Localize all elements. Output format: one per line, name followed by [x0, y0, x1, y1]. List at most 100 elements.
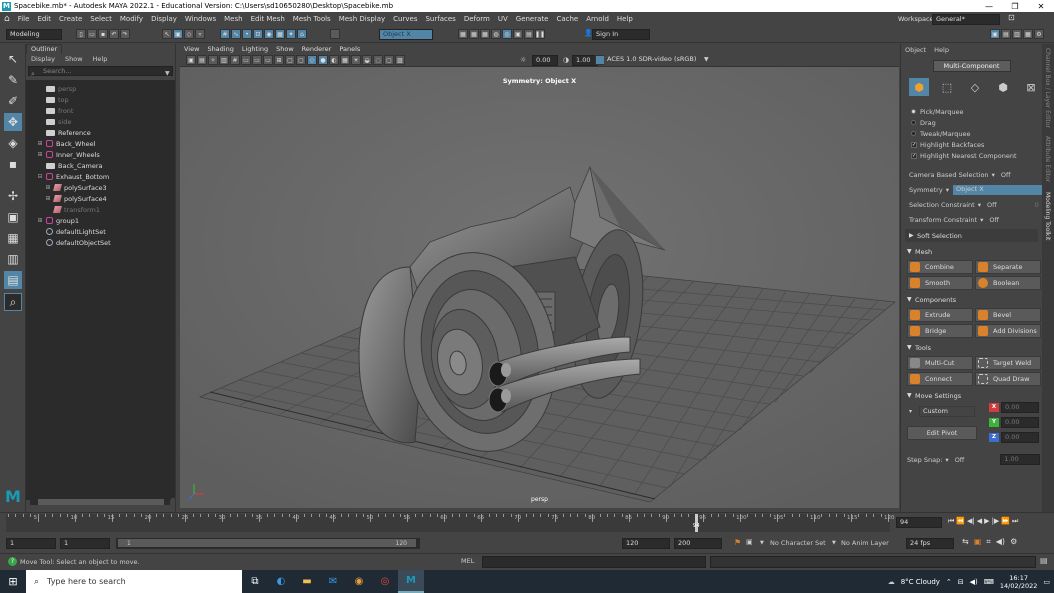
shadows-icon[interactable]: ◒ — [362, 55, 372, 65]
anim-layer-select[interactable]: No Anim Layer — [841, 539, 889, 547]
snap-curve-icon[interactable]: ∿ — [231, 29, 241, 39]
script-language-label[interactable]: MEL — [461, 557, 474, 565]
menu-edit[interactable]: Edit — [33, 15, 55, 23]
file-explorer-icon[interactable]: ▬ — [294, 570, 320, 593]
character-set-select[interactable]: No Character Set — [770, 539, 826, 547]
outliner-menu-display[interactable]: Display — [26, 55, 60, 63]
go-to-end-icon[interactable]: ⏭ — [1012, 517, 1018, 526]
outliner-item[interactable]: side — [26, 116, 171, 127]
scale-tool-icon[interactable]: ▪ — [4, 155, 22, 173]
animation-end-field[interactable]: 200 — [674, 538, 722, 549]
notifications-icon[interactable]: ▭ — [1043, 578, 1050, 586]
isolate-select-icon[interactable]: ▢ — [384, 55, 394, 65]
wireframe-on-shaded-icon[interactable]: ◐ — [329, 55, 339, 65]
modeling-toolkit-tab[interactable]: Modeling Toolkit — [1044, 192, 1051, 240]
task-view-icon[interactable]: ⧉ — [242, 570, 268, 593]
hypershade-icon[interactable]: ◍ — [491, 29, 501, 39]
exposure-field[interactable]: 0.00 — [532, 55, 558, 66]
current-frame-field[interactable]: 94 — [896, 517, 942, 528]
redo-icon[interactable]: ↷ — [120, 29, 130, 39]
expand-toggle-icon[interactable]: ⊞ — [36, 151, 44, 158]
clock[interactable]: 16:17 14/02/2022 — [1000, 574, 1037, 590]
safe-action-icon[interactable]: ▢ — [285, 55, 295, 65]
render-frame-icon[interactable]: ▦ — [458, 29, 468, 39]
combine-button[interactable]: Combine — [907, 260, 973, 274]
face-mode-icon[interactable]: ⬢ — [993, 78, 1013, 96]
sound-icon[interactable]: ◀) — [996, 537, 1005, 547]
outliner-item[interactable]: ⊞ polySurface4 — [26, 193, 171, 204]
menu-display[interactable]: Display — [147, 15, 181, 23]
mask-icon[interactable]: ▿ — [195, 29, 205, 39]
edit-pivot-button[interactable]: Edit Pivot — [907, 426, 977, 440]
step-snap-field[interactable]: 1.00 — [1000, 454, 1041, 465]
step-forward-frame-icon[interactable]: |▶ — [992, 517, 1000, 526]
smooth-button[interactable]: Smooth — [907, 276, 973, 290]
bevel-button[interactable]: Bevel — [975, 308, 1041, 322]
network-icon[interactable]: ⊟ — [958, 578, 964, 586]
open-scene-icon[interactable]: ▭ — [87, 29, 97, 39]
volume-icon[interactable]: ◀) — [970, 578, 978, 586]
target-weld-button[interactable]: Target Weld — [975, 356, 1041, 370]
extrude-button[interactable]: Extrude — [907, 308, 973, 322]
settings-gear-icon[interactable]: ⚙ — [1034, 29, 1044, 39]
menu-uv[interactable]: UV — [494, 15, 512, 23]
select-hierarchy-icon[interactable]: ↖ — [162, 29, 172, 39]
modeling-toolkit-toggle-icon[interactable]: ▣ — [990, 29, 1000, 39]
pause-render-icon[interactable]: ❚❚ — [535, 29, 545, 39]
xray-icon[interactable]: ▨ — [395, 55, 405, 65]
auto-key-icon[interactable]: ⚑ — [734, 538, 741, 547]
snap-surface-icon[interactable]: ◉ — [264, 29, 274, 39]
step-snap-value[interactable]: Off — [955, 456, 965, 464]
step-forward-key-icon[interactable]: ⏩ — [1001, 517, 1010, 526]
menu-mesh[interactable]: Mesh — [220, 15, 246, 23]
close-button[interactable]: ✕ — [1028, 0, 1054, 12]
outliner-layout-icon[interactable]: ▤ — [4, 271, 22, 289]
cache-icon[interactable]: ▣ — [974, 537, 982, 547]
multi-component-button[interactable]: Multi-Component — [932, 60, 1011, 72]
time-slider[interactable]: 5 10 15 20 25 30 35 40 45 50 55 60 65 70 75 80 85 90 95 100… — [0, 512, 1054, 535]
expand-toggle-icon[interactable]: ⊞ — [44, 195, 52, 202]
symmetry-object-field[interactable]: Object X — [379, 29, 433, 40]
snap-vertex-icon[interactable]: ✦ — [286, 29, 296, 39]
viewport-menu-shading[interactable]: Shading — [203, 45, 237, 53]
selection-constraint-row[interactable]: Selection Constraint ▾ Off 0 — [909, 197, 1042, 212]
taskbar-search-box[interactable]: ⌕ Type here to search — [26, 570, 242, 593]
viewport-menu-show[interactable]: Show — [272, 45, 298, 53]
expand-toggle-icon[interactable]: ⊞ — [36, 217, 44, 224]
camera-based-selection-row[interactable]: Camera Based Selection ▾ Off — [909, 167, 1042, 182]
separate-button[interactable]: Separate — [975, 260, 1041, 274]
select-object-icon[interactable]: ▣ — [173, 29, 183, 39]
image-plane-icon[interactable]: ▥ — [219, 55, 229, 65]
snap-view-icon[interactable]: ⊡ — [253, 29, 263, 39]
home-icon[interactable]: ⌂ — [0, 14, 14, 24]
keyboard-icon[interactable]: ⌨ — [984, 578, 994, 586]
attribute-editor-tab[interactable]: Attribute Editor — [1044, 136, 1051, 182]
outliner-item[interactable]: ⊞ Back_Wheel — [26, 138, 171, 149]
outliner-item[interactable]: front — [26, 105, 171, 116]
outliner-menu-help[interactable]: Help — [88, 55, 113, 63]
outliner-vscrollbar[interactable] — [171, 80, 175, 498]
smooth-shade-icon[interactable]: ● — [318, 55, 328, 65]
viewport-menu-panels[interactable]: Panels — [335, 45, 364, 53]
maximize-button[interactable]: ❐ — [1002, 0, 1028, 12]
undo-icon[interactable]: ↶ — [109, 29, 119, 39]
move-tool-icon[interactable]: ✥ — [4, 113, 22, 131]
select-tool-icon[interactable]: ↖ — [4, 50, 22, 68]
workspace-select[interactable]: General* — [932, 14, 1000, 25]
add-divisions-button[interactable]: Add Divisions — [975, 324, 1041, 338]
keying-icon[interactable]: ▣ — [746, 538, 753, 546]
quad-draw-button[interactable]: Quad Draw — [975, 372, 1041, 386]
menu-modify[interactable]: Modify — [116, 15, 147, 23]
range-slider-track[interactable]: 1 120 — [116, 538, 420, 549]
outliner-item[interactable]: Reference — [26, 127, 171, 138]
minimize-button[interactable]: — — [976, 0, 1002, 12]
menu-select[interactable]: Select — [86, 15, 116, 23]
edge-mode-icon[interactable]: ◇ — [965, 78, 985, 96]
highlight-nearest-checkbox[interactable]: ✓ Highlight Nearest Component — [911, 150, 1042, 161]
animation-start-field[interactable]: 1 — [60, 538, 110, 549]
toolkit-menu-help[interactable]: Help — [930, 46, 953, 54]
outliner-item[interactable]: defaultObjectSet — [26, 237, 171, 248]
render-settings-icon[interactable]: ▦ — [480, 29, 490, 39]
menu-curves[interactable]: Curves — [389, 15, 421, 23]
channel-box-toggle-icon[interactable]: ▦ — [1023, 29, 1033, 39]
